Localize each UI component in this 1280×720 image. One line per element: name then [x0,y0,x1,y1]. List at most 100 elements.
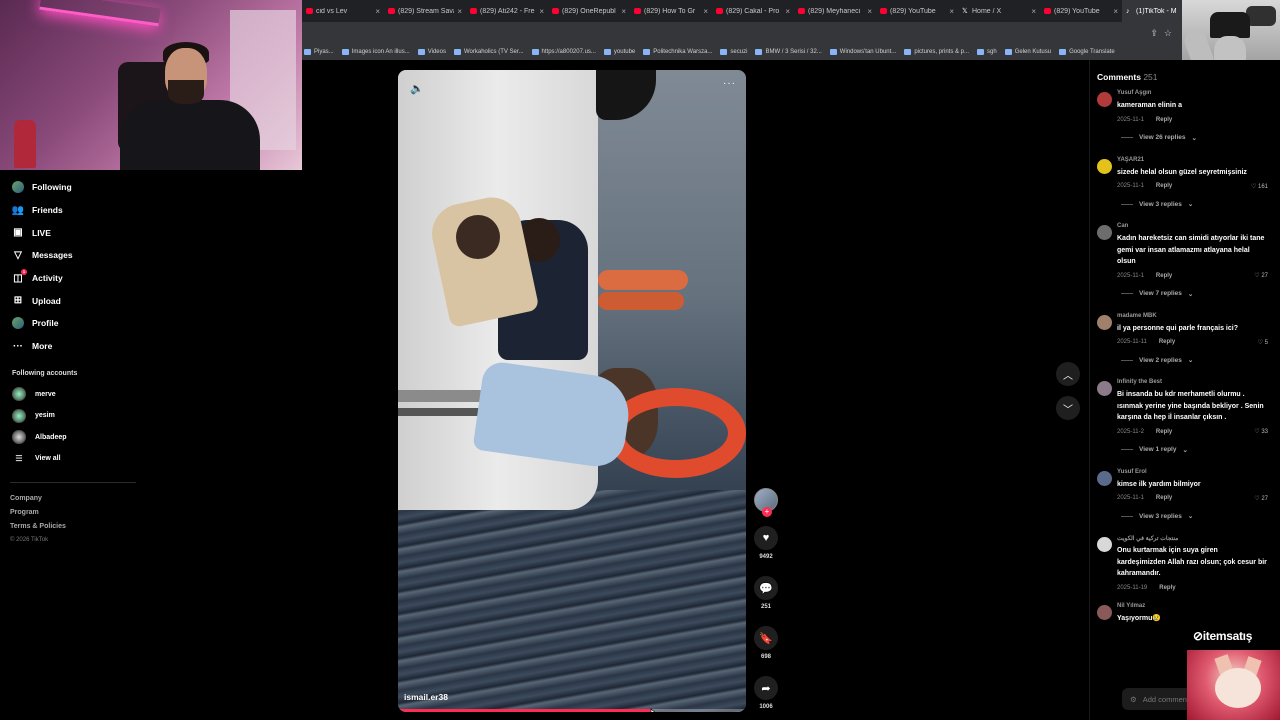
following-account[interactable]: yesim [0,405,150,427]
avatar[interactable] [1097,225,1112,240]
close-icon[interactable]: × [457,7,462,16]
reply-button[interactable]: Reply [1156,273,1172,279]
sidebar-item-friends[interactable]: 👥 Friends [0,199,150,222]
bookmark-item[interactable]: Google Translate [1059,49,1115,55]
volume-icon[interactable]: 🔈 [410,82,424,95]
bookmark-item[interactable]: sgh [977,49,997,55]
bookmark-item[interactable]: Images icon An illus... [341,49,410,55]
bookmark-item[interactable]: Politechnika Warsza... [643,49,712,55]
more-options-icon[interactable]: ··· [723,78,736,89]
bookmark-item[interactable]: BMW / 3 Serisi / 32... [755,49,822,55]
next-video-button[interactable]: ﹀ [1056,396,1080,420]
close-icon[interactable]: × [867,7,872,16]
browser-tab[interactable]: (829) How To Gr × [630,0,712,22]
comment-button[interactable]: 💬 [754,576,778,600]
close-icon[interactable]: × [785,7,790,16]
sidebar-item-profile[interactable]: Profile [0,312,150,335]
close-icon[interactable]: × [375,7,380,16]
footer-link[interactable]: Terms & Policies [0,523,150,537]
previous-video-button[interactable]: ︿ [1056,362,1080,386]
creator-avatar[interactable]: + [754,488,778,517]
close-icon[interactable]: × [539,7,544,16]
close-icon[interactable]: × [1113,7,1118,16]
view-replies-button[interactable]: View 2 replies ⌄ [1121,355,1268,365]
comment-like-button[interactable]: ♡ 33 [1254,428,1268,435]
browser-tab[interactable]: cid vs Lev × [302,0,384,22]
bookmark-item[interactable]: secuzi [720,49,747,55]
browser-tab[interactable]: (829) Cakal - Pro × [712,0,794,22]
video-author[interactable]: ismail.er38 [404,692,448,702]
view-replies-button[interactable]: View 7 replies ⌄ [1121,289,1268,299]
sidebar-item-following[interactable]: Following [0,176,150,199]
comment-username[interactable]: Yusuf Aşgın [1117,90,1268,100]
sidebar-item-more[interactable]: ··· More [0,335,150,358]
close-icon[interactable]: × [1031,7,1036,16]
bookmark-item[interactable]: pictures, prints & p... [904,49,969,55]
comment-username[interactable]: madame MBK [1117,313,1268,323]
view-all-link[interactable]: ☰ View all [0,448,150,470]
comment-username[interactable]: Nil Yılmaz [1117,603,1268,613]
video-progress-bar[interactable] [398,708,746,712]
comment-like-button[interactable]: ♡ 161 [1251,183,1268,190]
reply-button[interactable]: Reply [1156,183,1172,189]
avatar[interactable] [1097,381,1112,396]
avatar[interactable] [1097,158,1112,174]
following-account[interactable]: merve [0,384,150,406]
avatar[interactable] [1097,314,1112,330]
avatar[interactable] [1097,470,1112,486]
avatar[interactable] [1097,537,1112,552]
bookmark-item[interactable]: Videos [417,49,446,55]
browser-tab[interactable]: (829) Stream Sava × [384,0,466,22]
bookmark-item[interactable]: youtube [603,49,635,55]
reply-button[interactable]: Reply [1156,495,1172,501]
comment-like-button[interactable]: ♡ 27 [1254,272,1268,279]
browser-tab[interactable]: (829) Meyhaneci × [794,0,876,22]
video-player[interactable]: 🔈 ··· ismail.er38 [398,70,746,712]
footer-link[interactable]: Program [0,509,150,523]
bookmark-item[interactable]: Piyas... [304,49,334,55]
footer-link[interactable]: Company [0,495,150,509]
sidebar-item-messages[interactable]: ▽ Messages [0,244,150,267]
view-replies-button[interactable]: View 1 reply ⌄ [1121,445,1268,455]
reply-button[interactable]: Reply [1156,429,1172,435]
close-icon[interactable]: × [949,7,954,16]
sidebar-item-live[interactable]: ▣ LIVE [0,221,150,244]
avatar[interactable] [1097,604,1112,620]
view-replies-button[interactable]: View 3 replies ⌄ [1121,511,1268,521]
bookmark-label: secuzi [730,49,748,55]
close-icon[interactable]: × [703,7,708,16]
bookmark-item[interactable]: Gelen Kutusu [1004,49,1051,55]
browser-tab[interactable]: 𝕏 Home / X × [958,0,1040,22]
comment-username[interactable]: Can [1117,223,1268,233]
sidebar-item-upload[interactable]: ⊞ Upload [0,289,150,312]
view-replies-button[interactable]: View 26 replies ⌄ [1121,133,1268,143]
following-account[interactable]: Albadeep [0,427,150,449]
close-icon[interactable]: × [621,7,626,16]
reply-button[interactable]: Reply [1159,339,1175,345]
like-button[interactable]: ♥ [754,526,778,550]
save-button[interactable]: 🔖 [754,626,778,650]
browser-tab[interactable]: (829) OneRepubl × [548,0,630,22]
reply-button[interactable]: Reply [1156,117,1172,123]
comment-username[interactable]: Infinity the Best [1117,379,1268,389]
bookmark-item[interactable]: Workaholics (TV Ser... [453,49,524,55]
sidebar-item-activity[interactable]: ◫ 1 Activity [0,267,150,290]
browser-tab[interactable]: (829) Ati242 - Fre × [466,0,548,22]
browser-tab[interactable]: (829) YouTube × [876,0,958,22]
comment-username[interactable]: Yusuf Erol [1117,469,1268,479]
share-button[interactable]: ➦ [754,676,778,700]
bookmark-item[interactable]: Windows'tan Ubunt... [829,49,896,55]
chevron-down-icon: ⌄ [1187,513,1194,520]
comment-username[interactable]: YAŞAR21 [1117,157,1268,167]
comment-like-button[interactable]: ♡ 5 [1258,339,1268,346]
avatar[interactable] [1097,92,1112,107]
bookmark-favicon-icon [417,49,425,55]
comment-username[interactable]: منتجات تركية في الكويت [1117,535,1268,545]
browser-tab[interactable]: (829) YouTube × [1040,0,1122,22]
comment-like-button[interactable]: ♡ 27 [1254,495,1268,502]
view-replies-button[interactable]: View 3 replies ⌄ [1121,199,1268,209]
toolbar-icons[interactable]: ⇪☆ [1150,28,1178,39]
follow-plus-icon[interactable]: + [762,507,772,517]
bookmark-item[interactable]: https://a800207.us... [531,49,596,55]
reply-button[interactable]: Reply [1159,585,1175,591]
